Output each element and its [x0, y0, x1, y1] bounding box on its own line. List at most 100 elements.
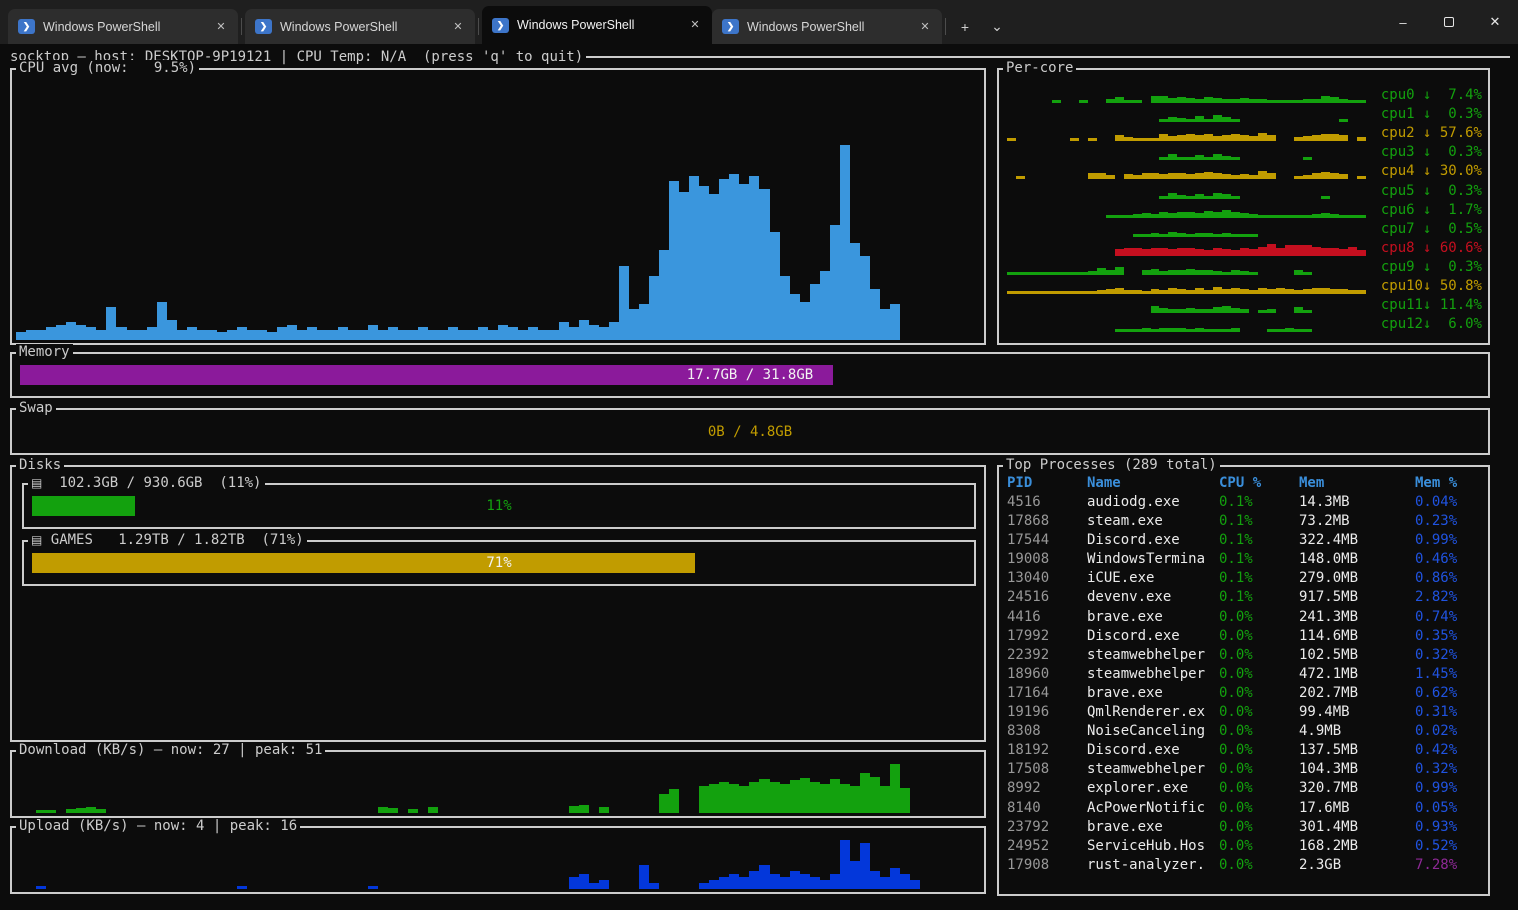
tab-close-icon[interactable]: ✕: [686, 16, 704, 34]
process-row: 22392steamwebhelper0.0%102.5MB0.32%: [1007, 647, 1480, 666]
chart-slot: [1240, 279, 1249, 294]
chart-slot: [1258, 88, 1267, 103]
process-cell: 17908: [1007, 857, 1087, 876]
chart-bar: [1321, 196, 1330, 199]
chart-slot: [1204, 317, 1213, 332]
chart-slot: [1061, 164, 1070, 179]
chart-bar: [1204, 290, 1213, 294]
process-cell: 0.05%: [1415, 800, 1480, 819]
chart-bar: [538, 330, 548, 340]
chart-bar: [569, 877, 579, 889]
chart-slot: [1034, 241, 1043, 256]
tab-4[interactable]: ❯Windows PowerShell✕: [712, 9, 942, 44]
disk-title: ▤ 102.3GB / 930.6GB (11%): [28, 475, 265, 491]
chart-slot: [860, 764, 870, 813]
chart-bar: [1133, 100, 1142, 103]
chart-bar: [488, 330, 498, 340]
chart-bar: [338, 327, 348, 340]
chart-slot: [689, 84, 699, 340]
tab-dropdown-button[interactable]: ⌄: [989, 18, 1005, 35]
chart-slot: [1249, 184, 1258, 199]
chart-slot: [1339, 241, 1348, 256]
chart-bar: [589, 325, 599, 340]
chart-slot: [358, 764, 368, 813]
chart-bar: [1330, 289, 1339, 294]
chart-bar: [1357, 176, 1366, 180]
chart-slot: [1357, 88, 1366, 103]
chart-bar: [1186, 290, 1195, 295]
chart-bar: [1124, 215, 1133, 218]
disk-title-text: 102.3GB / 930.6GB (11%): [42, 475, 261, 491]
chart-slot: [1348, 298, 1357, 313]
chart-slot: [36, 840, 46, 889]
chart-slot: [1177, 126, 1186, 141]
tab-1[interactable]: ❯Windows PowerShell✕: [8, 9, 238, 44]
chart-slot: [1249, 203, 1258, 218]
chart-slot: [1348, 126, 1357, 141]
chart-slot: [257, 840, 267, 889]
chart-slot: [1115, 241, 1124, 256]
chart-slot: [1115, 203, 1124, 218]
chart-slot: [56, 764, 66, 813]
process-cell: 0.86%: [1415, 570, 1480, 589]
close-button[interactable]: ✕: [1472, 0, 1518, 44]
chart-bar: [1177, 309, 1186, 313]
chart-slot: [1115, 279, 1124, 294]
chart-bar: [1106, 175, 1115, 180]
chart-slot: [1204, 126, 1213, 141]
chart-slot: [1231, 260, 1240, 275]
process-column-header: Mem: [1299, 475, 1415, 491]
chart-bar: [1348, 247, 1357, 256]
chart-bar: [669, 789, 679, 813]
chart-slot: [1204, 164, 1213, 179]
minimize-button[interactable]: –: [1380, 0, 1426, 44]
chart-slot: [1142, 164, 1151, 179]
core-sparkline: [1007, 88, 1366, 103]
tab-close-icon[interactable]: ✕: [449, 18, 467, 36]
chart-slot: [1258, 222, 1267, 237]
new-tab-button[interactable]: +: [957, 19, 973, 35]
chart-slot: [1339, 145, 1348, 160]
chart-slot: [1151, 279, 1160, 294]
process-cell: 0.1%: [1219, 532, 1299, 551]
process-cell: explorer.exe: [1087, 780, 1219, 799]
chart-slot: [1186, 222, 1195, 237]
chart-slot: [408, 840, 418, 889]
chart-slot: [1312, 241, 1321, 256]
chart-slot: [1249, 107, 1258, 122]
chart-bar: [1204, 97, 1213, 103]
chart-slot: [1106, 126, 1115, 141]
tab-close-icon[interactable]: ✕: [212, 18, 230, 36]
tab-close-icon[interactable]: ✕: [916, 18, 934, 36]
process-cell: 102.5MB: [1299, 647, 1415, 666]
chart-bar: [780, 877, 790, 889]
chart-bar: [1177, 289, 1186, 294]
chart-slot: [317, 840, 327, 889]
chart-slot: [1267, 126, 1276, 141]
chart-slot: [1142, 222, 1151, 237]
chart-slot: [810, 764, 820, 813]
tab-2[interactable]: ❯Windows PowerShell✕: [245, 9, 475, 44]
chart-slot: [257, 764, 267, 813]
tab-3[interactable]: ❯Windows PowerShell✕: [482, 6, 712, 44]
maximize-button[interactable]: [1426, 0, 1472, 44]
chart-slot: [1159, 107, 1168, 122]
close-icon: ✕: [1490, 14, 1501, 30]
chart-bar: [1222, 210, 1231, 218]
tab-separator: [478, 18, 479, 35]
process-column-header: CPU %: [1219, 475, 1299, 491]
chart-bar: [277, 327, 287, 340]
chart-bar: [1034, 272, 1043, 275]
chart-slot: [639, 764, 649, 813]
chart-bar: [649, 276, 659, 340]
chart-slot: [1034, 279, 1043, 294]
process-cell: 0.74%: [1415, 609, 1480, 628]
process-cell: WindowsTermina: [1087, 551, 1219, 570]
chart-bar: [217, 332, 227, 340]
chart-slot: [1168, 298, 1177, 313]
chart-slot: [770, 840, 780, 889]
chart-slot: [1043, 298, 1052, 313]
chart-slot: [348, 84, 358, 340]
chart-bar: [1097, 268, 1106, 275]
chart-slot: [1357, 298, 1366, 313]
